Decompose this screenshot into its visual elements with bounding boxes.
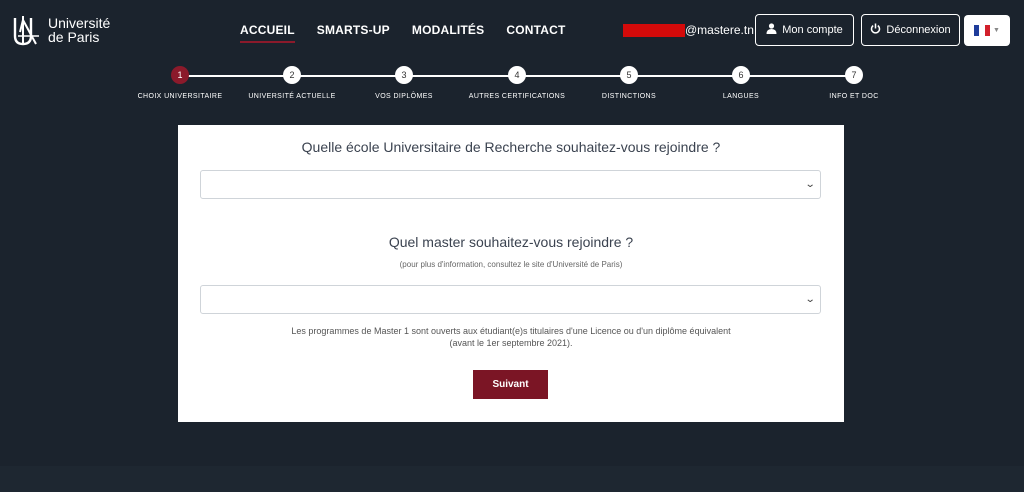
main-nav: ACCUEIL SMARTS-UP MODALITÉS CONTACT [240, 23, 588, 43]
step-number: 7 [845, 66, 863, 84]
logo-line-1: Université [48, 15, 111, 31]
note-line-2: (avant le 1er septembre 2021). [449, 338, 573, 348]
progress-stepper: 1 CHOIX UNIVERSITAIRE 2 UNIVERSITÉ ACTUE… [0, 66, 1024, 106]
logout-button[interactable]: Déconnexion [861, 14, 960, 46]
email-domain: @mastere.tn [685, 23, 754, 37]
chevron-down-icon: ▼ [993, 27, 1000, 34]
step-number: 3 [395, 66, 413, 84]
nav-smarts-up[interactable]: SMARTS-UP [317, 23, 390, 43]
nav-accueil[interactable]: ACCUEIL [240, 23, 295, 43]
form-card: Quelle école Universitaire de Recherche … [178, 125, 844, 422]
info-hint: (pour plus d'information, consultez le s… [399, 260, 623, 269]
fr-flag-icon [974, 25, 991, 36]
question-school: Quelle école Universitaire de Recherche … [301, 139, 721, 155]
redacted-block [623, 23, 685, 37]
account-label: Mon compte [782, 24, 843, 36]
note-line-1: Les programmes de Master 1 sont ouverts … [291, 326, 731, 336]
logout-label: Déconnexion [886, 24, 951, 36]
school-select[interactable]: ⌄ [200, 170, 821, 199]
logo-line-2: de Paris [48, 29, 100, 45]
question-master: Quel master souhaitez-vous rejoindre ? [388, 234, 634, 250]
nav-modalites[interactable]: MODALITÉS [412, 23, 484, 43]
footer [0, 466, 1024, 492]
user-email: @mastere.tn [623, 23, 754, 37]
chevron-down-icon: ⌄ [804, 179, 816, 190]
step-number: 1 [171, 66, 189, 84]
university-logo-icon [13, 16, 39, 46]
power-icon [870, 23, 881, 37]
step-7[interactable]: 7 INFO ET DOC [784, 66, 924, 100]
master-select[interactable]: ⌄ [200, 285, 821, 314]
step-number: 2 [283, 66, 301, 84]
header: Université de Paris ACCUEIL SMARTS-UP MO… [0, 0, 1024, 60]
user-icon [766, 23, 777, 37]
step-number: 5 [620, 66, 638, 84]
nav-contact[interactable]: CONTACT [506, 23, 565, 43]
logo-text: Université de Paris [48, 16, 110, 44]
step-label: INFO ET DOC [829, 93, 879, 100]
next-button[interactable]: Suivant [473, 370, 548, 399]
account-button[interactable]: Mon compte [755, 14, 854, 46]
logo[interactable]: Université de Paris [12, 14, 110, 46]
chevron-down-icon: ⌄ [804, 294, 816, 305]
step-number: 4 [508, 66, 526, 84]
step-number: 6 [732, 66, 750, 84]
language-selector[interactable]: ▼ [964, 15, 1010, 46]
eligibility-note: Les programmes de Master 1 sont ouverts … [238, 325, 784, 349]
